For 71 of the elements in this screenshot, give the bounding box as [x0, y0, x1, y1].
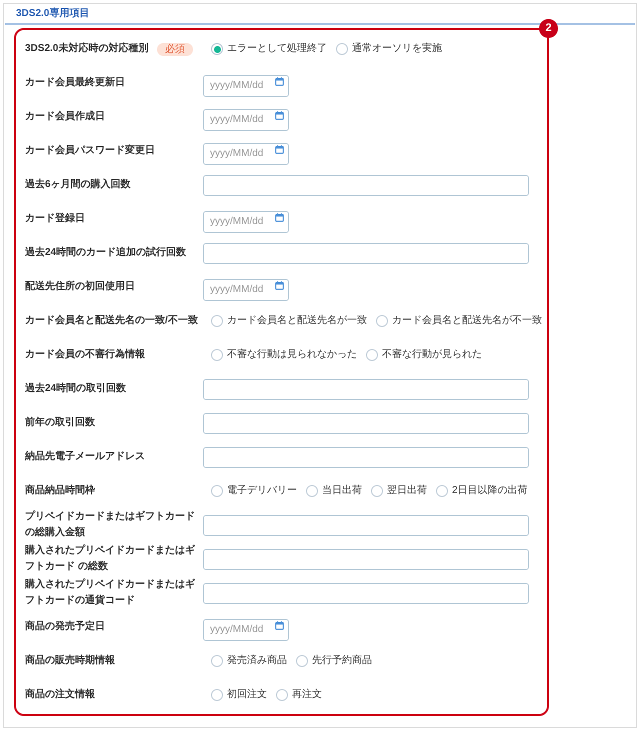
- option-label[interactable]: カード会員名と配送先名が一致: [227, 314, 367, 328]
- field-label: カード登録日: [25, 212, 85, 226]
- text-field[interactable]: [203, 514, 529, 536]
- text-field[interactable]: [203, 242, 529, 264]
- text-field[interactable]: [203, 582, 529, 604]
- option-label[interactable]: カード会員名と配送先名が不一致: [392, 314, 542, 328]
- calendar-icon[interactable]: [275, 213, 284, 222]
- option-label[interactable]: 2日目以降の出荷: [452, 484, 528, 498]
- radio-button[interactable]: [211, 655, 223, 667]
- option-label[interactable]: 電子デリバリー: [227, 484, 297, 498]
- option-label[interactable]: 不審な行動が見られた: [382, 348, 482, 362]
- field-label: 購入されたプリペイドカードまたはギフトカード の総数: [25, 543, 196, 574]
- field-label: プリペイドカードまたはギフトカードの総購入金額: [25, 509, 196, 540]
- field-label: 商品の発売予定日: [25, 619, 105, 634]
- calendar-icon[interactable]: [275, 281, 284, 290]
- text-field[interactable]: [203, 446, 529, 468]
- option-label[interactable]: 再注文: [292, 688, 322, 702]
- option-label[interactable]: 通常オーソリを実施: [352, 42, 442, 56]
- radio-button[interactable]: [306, 485, 318, 497]
- radio-button[interactable]: [211, 689, 223, 701]
- field-label: 納品先電子メールアドレス: [25, 450, 145, 464]
- option-label[interactable]: 初回注文: [227, 688, 267, 702]
- text-field[interactable]: [203, 174, 529, 196]
- calendar-icon[interactable]: [275, 621, 284, 630]
- number-marker: 2: [539, 19, 558, 38]
- date-field[interactable]: yyyy/MM/dd: [203, 142, 289, 164]
- text-field[interactable]: [203, 378, 529, 400]
- radio-button[interactable]: [211, 485, 223, 497]
- radio-button[interactable]: [276, 689, 288, 701]
- field-label: 商品納品時間枠: [25, 483, 95, 498]
- option-label[interactable]: 発売済み商品: [227, 654, 287, 668]
- field-label: 前年の取引回数: [25, 416, 95, 430]
- calendar-icon[interactable]: [275, 145, 284, 154]
- field-label: カード会員最終更新日: [25, 75, 125, 90]
- required-badge: 必須: [157, 42, 193, 56]
- radio-button[interactable]: [211, 315, 223, 327]
- field-label: 商品の注文情報: [25, 687, 95, 702]
- field-label: カード会員名と配送先名の一致/不一致: [25, 314, 198, 328]
- date-field[interactable]: yyyy/MM/dd: [203, 278, 289, 300]
- field-label: カード会員作成日: [25, 110, 105, 124]
- section-title: 3DS2.0専用項目: [16, 8, 90, 18]
- radio-button[interactable]: [376, 315, 388, 327]
- calendar-icon[interactable]: [275, 111, 284, 120]
- date-field[interactable]: yyyy/MM/dd: [203, 108, 289, 130]
- radio-button[interactable]: [211, 349, 223, 361]
- radio-button[interactable]: [296, 655, 308, 667]
- date-field[interactable]: yyyy/MM/dd: [203, 618, 289, 640]
- date-field[interactable]: yyyy/MM/dd: [203, 74, 289, 96]
- radio-button[interactable]: [336, 43, 348, 55]
- field-label: 過去6ヶ月間の購入回数: [25, 178, 131, 192]
- field-label: 過去24時間の取引回数: [25, 382, 126, 396]
- text-field[interactable]: [203, 548, 529, 570]
- option-label[interactable]: 先行予約商品: [312, 654, 372, 668]
- option-label[interactable]: エラーとして処理終了: [227, 42, 327, 56]
- field-label: 購入されたプリペイドカードまたはギフトカードの通貨コード: [25, 577, 196, 608]
- field-label: 配送先住所の初回使用日: [25, 279, 135, 294]
- radio-button[interactable]: [371, 485, 383, 497]
- field-label: 商品の販売時期情報: [25, 653, 115, 668]
- radio-button[interactable]: [211, 43, 223, 55]
- field-label: カード会員パスワード変更日: [25, 143, 155, 158]
- field-label: 過去24時間のカード追加の試行回数: [25, 246, 186, 260]
- field-label: 3DS2.0未対応時の対応種別: [25, 41, 148, 56]
- radio-button[interactable]: [366, 349, 378, 361]
- field-label: カード会員の不審行為情報: [25, 347, 145, 362]
- option-label[interactable]: 当日出荷: [322, 484, 362, 498]
- option-label[interactable]: 不審な行動は見られなかった: [227, 348, 357, 362]
- radio-button[interactable]: [436, 485, 448, 497]
- text-field[interactable]: [203, 412, 529, 434]
- date-field[interactable]: yyyy/MM/dd: [203, 210, 289, 232]
- option-label[interactable]: 翌日出荷: [387, 484, 427, 498]
- calendar-icon[interactable]: [275, 77, 284, 86]
